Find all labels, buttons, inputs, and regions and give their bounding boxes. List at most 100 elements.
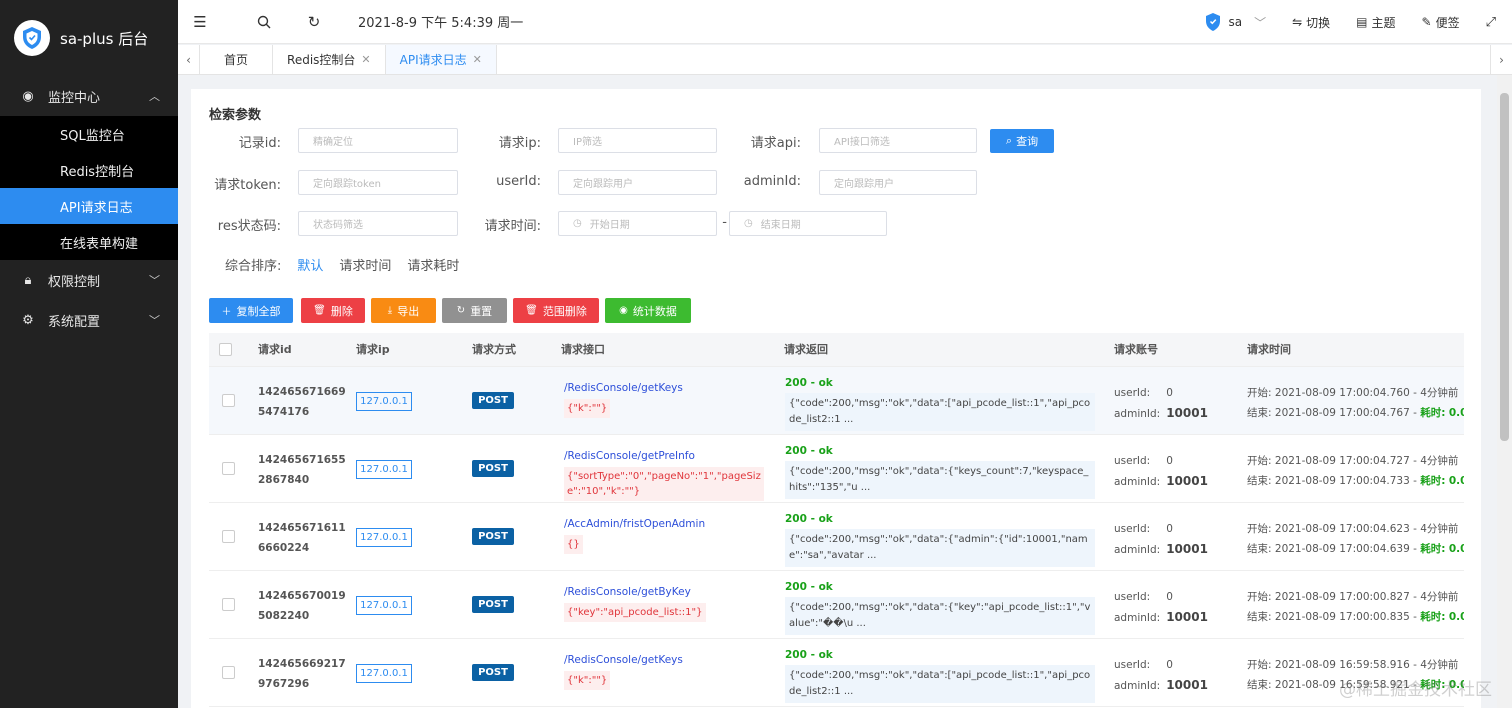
user-id-key: userId:: [1114, 591, 1151, 603]
menu-group-permission[interactable]: 🔒︎ 权限控制 ﹀: [0, 260, 178, 300]
api-params: {}: [564, 535, 583, 554]
statistics-label: 统计数据: [632, 304, 677, 318]
close-icon[interactable]: ✕: [473, 53, 482, 66]
tab-scroll-right-icon[interactable]: ›: [1490, 45, 1512, 75]
admin-id-value: 10001: [1166, 406, 1208, 420]
api-params: {"k":""}: [564, 399, 611, 418]
export-button[interactable]: ⤓ 导出: [371, 298, 436, 323]
api-path-link[interactable]: /RedisConsole/getKeys: [564, 382, 764, 394]
req-token-input[interactable]: 定向跟踪token: [298, 170, 458, 195]
sidebar-item-redis-console[interactable]: Redis控制台: [0, 152, 178, 188]
tab-redis-console[interactable]: Redis控制台 ✕: [273, 45, 386, 74]
reset-label: 重置: [470, 304, 493, 318]
req-ip-label: 请求ip:: [498, 136, 541, 151]
row-checkbox[interactable]: [222, 666, 235, 679]
req-id: 1424656692179767296: [258, 658, 346, 690]
api-cell: /RedisConsole/getKeys {"k":""}: [564, 382, 764, 418]
time-cell: 开始: 2021-08-09 17:00:04.623 - 4分钟前 结束: 2…: [1247, 519, 1464, 559]
admin-id-value: 10001: [1166, 678, 1208, 692]
admin-id-input[interactable]: 定向跟踪用户: [819, 170, 977, 195]
ip-tag: 127.0.0.1: [356, 460, 412, 479]
end-date-input[interactable]: ◷ 结束日期: [729, 211, 887, 236]
row-checkbox[interactable]: [222, 598, 235, 611]
res-code-input[interactable]: 状态码筛选: [298, 211, 458, 236]
eye-icon: ◉: [22, 88, 34, 104]
menu-group-label: 监控中心: [48, 90, 101, 106]
delete-button[interactable]: 🗑︎ 删除: [301, 298, 365, 323]
sort-by-cost[interactable]: 请求耗时: [407, 255, 459, 274]
req-api-label: 请求api:: [750, 136, 801, 151]
ip-tag: 127.0.0.1: [356, 596, 412, 615]
col-method: 请求方式: [472, 343, 516, 356]
table-row: 1424656716695474176 127.0.0.1 POST /Redi…: [209, 367, 1464, 435]
start-key: 开始:: [1247, 455, 1272, 467]
return-status: 200 - ok: [785, 581, 833, 593]
theme-label: 主题: [1371, 15, 1396, 30]
page-scrollbar[interactable]: [1497, 75, 1512, 708]
req-api-input[interactable]: API接口筛选: [819, 128, 977, 153]
sort-default[interactable]: 默认: [297, 255, 323, 274]
scrollbar-thumb[interactable]: [1500, 93, 1509, 441]
user-id-key: userId:: [1114, 455, 1151, 467]
ip-tag: 127.0.0.1: [356, 664, 412, 683]
copy-all-button[interactable]: ＋ 复制全部: [209, 298, 293, 323]
tab-home[interactable]: 首页: [200, 45, 274, 74]
api-path-link[interactable]: /RedisConsole/getKeys: [564, 654, 764, 666]
gear-icon: ⚙: [22, 312, 34, 328]
user-menu[interactable]: sa ﹀: [1204, 12, 1266, 32]
tab-api-log[interactable]: API请求日志 ✕: [385, 45, 497, 74]
shield-logo-icon: [14, 20, 50, 56]
sidebar-item-api-log[interactable]: API请求日志: [0, 188, 178, 224]
start-date-input[interactable]: ◷ 开始日期: [558, 211, 717, 236]
api-cell: /AccAdmin/fristOpenAdmin {}: [564, 518, 764, 554]
api-path-link[interactable]: /RedisConsole/getPreInfo: [564, 450, 764, 462]
chevron-down-icon: ﹀: [149, 274, 160, 287]
record-id-input[interactable]: 精确定位: [298, 128, 458, 153]
select-all-checkbox[interactable]: [219, 343, 232, 356]
api-params: {"k":""}: [564, 671, 611, 690]
statistics-button[interactable]: ◉ 统计数据: [605, 298, 691, 323]
switch-button[interactable]: ⇋ 切换: [1292, 14, 1330, 31]
theme-button[interactable]: ▤ 主题: [1356, 14, 1395, 31]
res-code-label: res状态码:: [217, 219, 281, 234]
ip-tag: 127.0.0.1: [356, 528, 412, 547]
note-button[interactable]: ✎ 便签: [1422, 14, 1460, 31]
chevron-down-icon: ﹀: [149, 314, 160, 327]
pen-icon: ✎: [1421, 15, 1432, 29]
menu-toggle-icon[interactable]: ☰: [178, 0, 222, 44]
fullscreen-button[interactable]: ⤢: [1486, 15, 1496, 30]
cost-key: 耗时:: [1420, 611, 1446, 623]
col-api: 请求接口: [561, 343, 605, 356]
user-id-key: userId:: [1114, 659, 1151, 671]
row-checkbox[interactable]: [222, 530, 235, 543]
close-icon[interactable]: ✕: [361, 53, 370, 66]
query-button[interactable]: ⌕ 查询: [990, 129, 1054, 153]
col-req-id: 请求id: [258, 343, 292, 356]
row-checkbox[interactable]: [222, 394, 235, 407]
sidebar-item-sql-console[interactable]: SQL监控台: [0, 116, 178, 152]
req-ip-input[interactable]: IP筛选: [558, 128, 717, 153]
reset-button[interactable]: ↻ 重置: [442, 298, 507, 323]
sidebar-item-form-builder[interactable]: 在线表单构建: [0, 224, 178, 260]
menu-group-system[interactable]: ⚙ 系统配置 ﹀: [0, 300, 178, 340]
table-row: 1424656700195082240 127.0.0.1 POST /Redi…: [209, 571, 1464, 639]
end-value: 2021-08-09 17:00:00.835 -: [1274, 611, 1417, 623]
menu-group-monitor[interactable]: ◉ 监控中心 ︿: [0, 76, 178, 116]
end-value: 2021-08-09 17:00:04.733 -: [1274, 475, 1417, 487]
user-id-input[interactable]: 定向跟踪用户: [558, 170, 717, 195]
return-body: {"code":200,"msg":"ok","data":{"key":"ap…: [785, 597, 1095, 635]
time-cell: 开始: 2021-08-09 17:00:00.827 - 4分钟前 结束: 2…: [1247, 587, 1464, 627]
tab-scroll-left-icon[interactable]: ‹: [178, 45, 200, 74]
sort-by-time[interactable]: 请求时间: [339, 255, 391, 274]
row-checkbox[interactable]: [222, 462, 235, 475]
admin-id-key: adminId:: [1114, 612, 1161, 624]
api-path-link[interactable]: /AccAdmin/fristOpenAdmin: [564, 518, 764, 530]
admin-id-key: adminId:: [1114, 408, 1161, 420]
api-path-link[interactable]: /RedisConsole/getByKey: [564, 586, 764, 598]
req-id: 1424656716552867840: [258, 454, 346, 486]
sort-options: 综合排序: 默认 请求时间 请求耗时: [225, 255, 475, 274]
topbar: ☰ ↻ 2021-8-9 下午 5:4:39 周一 sa ﹀ ⇋ 切换 ▤ 主题…: [178, 0, 1512, 44]
range-delete-button[interactable]: 🗑︎ 范围删除: [513, 298, 599, 323]
refresh-icon[interactable]: ↻: [292, 0, 336, 44]
search-icon[interactable]: [242, 0, 286, 44]
